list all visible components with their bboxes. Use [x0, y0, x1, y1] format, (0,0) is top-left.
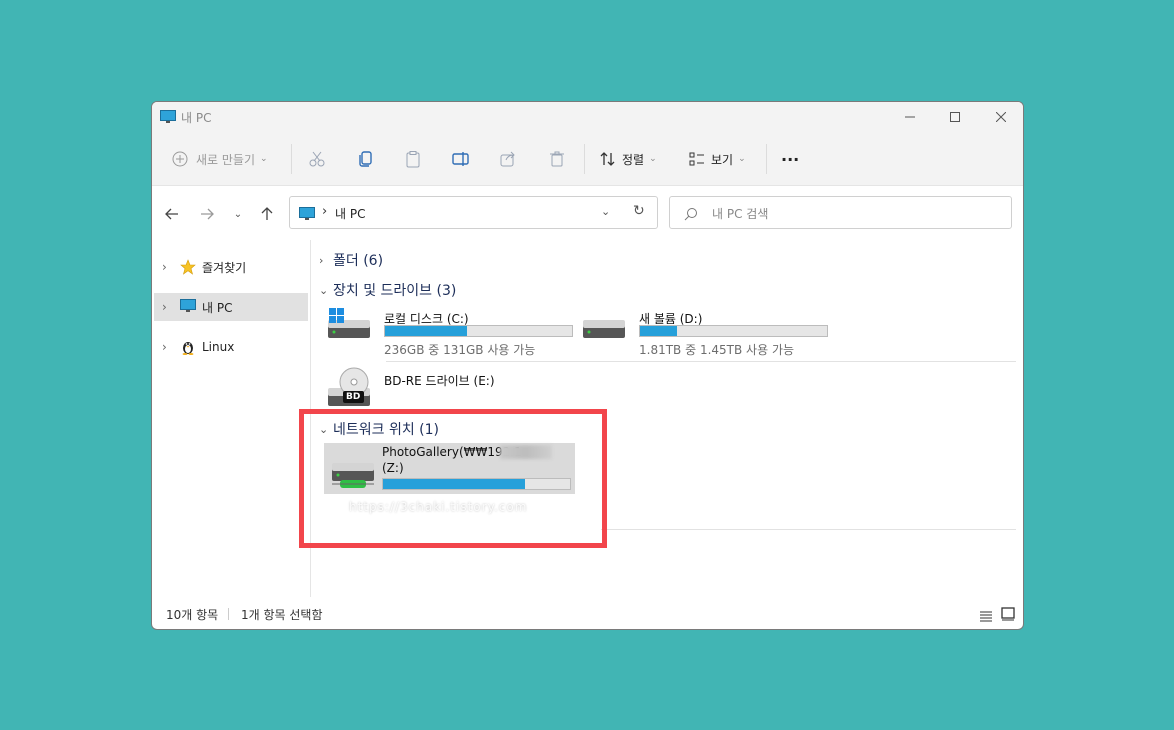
- chevron-down-icon: ⌄: [319, 283, 329, 297]
- drive-item-c[interactable]: 로컬 디스크 (C:) 236GB 중 131GB 사용 가능: [326, 300, 576, 357]
- navigation-pane: › 즐겨찾기 › 내 PC › Linux: [152, 240, 311, 597]
- monitor-icon: [180, 299, 196, 316]
- sort-icon: [600, 152, 615, 166]
- monitor-icon: [299, 206, 315, 225]
- hard-drive-icon: [581, 306, 627, 348]
- drive-free-space: 1.81TB 중 1.45TB 사용 가능: [639, 343, 795, 357]
- close-button[interactable]: [978, 102, 1023, 132]
- trash-icon: [550, 151, 564, 167]
- back-button[interactable]: [162, 204, 182, 224]
- sort-label: 정렬: [622, 152, 645, 167]
- delete-button[interactable]: [548, 144, 566, 174]
- drive-usage-bar: [384, 325, 573, 337]
- more-options-button[interactable]: ···: [781, 144, 799, 174]
- up-button[interactable]: [257, 204, 277, 224]
- view-icon: [689, 152, 704, 166]
- rename-icon: [452, 152, 469, 166]
- drive-usage-fill: [640, 326, 678, 336]
- address-row: ⌄ › 내 PC ⌄ ↻ 내 PC 검색: [152, 186, 1023, 240]
- toolbar-divider: [291, 144, 292, 174]
- close-icon: [996, 112, 1006, 122]
- group-divider: [601, 529, 1016, 530]
- drive-usage-fill: [385, 326, 468, 336]
- arrow-right-icon: [201, 208, 214, 220]
- sort-button[interactable]: 정렬 ⌄: [600, 144, 657, 174]
- maximize-button[interactable]: [932, 102, 978, 132]
- new-button[interactable]: 새로 만들기 ⌄: [172, 144, 268, 174]
- selection-count: 1개 항목 선택함: [241, 608, 323, 622]
- search-input[interactable]: 내 PC 검색: [712, 205, 768, 222]
- chevron-right-icon: ›: [319, 253, 324, 267]
- view-button[interactable]: 보기 ⌄: [689, 144, 746, 174]
- details-view-icon[interactable]: [979, 607, 993, 626]
- large-icons-view-icon[interactable]: [1001, 606, 1015, 625]
- cut-button[interactable]: [308, 144, 326, 174]
- command-bar: 새로 만들기 ⌄ 정렬 ⌄ 보기 ⌄ ···: [152, 132, 1023, 186]
- group-header-devices[interactable]: ⌄ 장치 및 드라이브 (3): [319, 280, 456, 300]
- search-box[interactable]: 내 PC 검색: [669, 196, 1012, 229]
- search-icon: [684, 206, 698, 225]
- drive-free-space: 236GB 중 131GB 사용 가능: [384, 343, 536, 357]
- sidebar-item-this-pc[interactable]: › 내 PC: [154, 293, 308, 321]
- sidebar-item-label: Linux: [202, 340, 235, 354]
- copy-button[interactable]: [357, 144, 375, 174]
- arrow-up-icon: [261, 207, 273, 220]
- sidebar-item-label: 내 PC: [202, 300, 233, 315]
- forward-button[interactable]: [197, 204, 217, 224]
- view-label: 보기: [711, 152, 734, 167]
- scissors-icon: [309, 151, 325, 167]
- drive-name: BD-RE 드라이브 (E:): [384, 374, 495, 388]
- window-title: 내 PC: [181, 111, 212, 125]
- group-label: 장치 및 드라이브 (3): [333, 283, 457, 299]
- minimize-button[interactable]: [887, 102, 933, 132]
- drive-usage-bar: [639, 325, 828, 337]
- chevron-right-icon[interactable]: ›: [162, 260, 167, 274]
- sidebar-item-label: 즐겨찾기: [202, 260, 247, 275]
- share-icon: [500, 151, 515, 167]
- address-dropdown-icon[interactable]: ⌄: [601, 205, 610, 218]
- chevron-down-icon: ⌄: [233, 208, 243, 220]
- share-button[interactable]: [499, 144, 517, 174]
- windows-drive-icon: [326, 306, 372, 348]
- file-explorer-window: 내 PC 새로 만들기 ⌄ 정렬 ⌄ 보기 ⌄ ··· ⌄ › 내 PC ⌄ ↻…: [151, 101, 1024, 630]
- drive-item-e[interactable]: BD BD-RE 드라이브 (E:): [326, 362, 576, 412]
- minimize-icon: [905, 116, 915, 118]
- group-label: 폴더 (6): [333, 253, 384, 269]
- refresh-icon[interactable]: ↻: [633, 203, 645, 219]
- chevron-down-icon: ⌄: [260, 154, 268, 164]
- rename-button[interactable]: [451, 144, 471, 174]
- breadcrumb-chevron-icon: ›: [322, 204, 328, 219]
- toolbar-divider: [584, 144, 585, 174]
- drive-badge: BD: [346, 392, 361, 402]
- monitor-icon: [160, 109, 176, 128]
- recent-locations-button[interactable]: ⌄: [228, 204, 248, 224]
- toolbar-divider: [766, 144, 767, 174]
- status-bar: 10개 항목 1개 항목 선택함: [152, 597, 1023, 629]
- sidebar-item-linux[interactable]: › Linux: [154, 333, 308, 361]
- bluray-drive-icon: [326, 366, 372, 414]
- status-divider: [228, 608, 229, 620]
- copy-icon: [359, 151, 372, 167]
- sidebar-item-favorites[interactable]: › 즐겨찾기: [154, 253, 308, 281]
- chevron-right-icon[interactable]: ›: [162, 340, 167, 354]
- chevron-down-icon: ⌄: [649, 154, 657, 164]
- chevron-down-icon: ⌄: [738, 154, 746, 164]
- clipboard-icon: [406, 151, 420, 168]
- address-bar[interactable]: › 내 PC ⌄ ↻: [289, 196, 658, 229]
- red-highlight-box: [299, 409, 607, 548]
- group-header-folders[interactable]: › 폴더 (6): [319, 250, 383, 270]
- chevron-right-icon[interactable]: ›: [162, 300, 167, 314]
- linux-penguin-icon: [180, 339, 196, 358]
- item-count: 10개 항목: [166, 608, 219, 622]
- paste-button[interactable]: [404, 144, 422, 174]
- maximize-icon: [950, 112, 960, 122]
- star-icon: [180, 259, 196, 278]
- breadcrumb[interactable]: 내 PC: [335, 205, 365, 222]
- title-bar: 내 PC: [152, 102, 1023, 132]
- drive-item-d[interactable]: 새 볼륨 (D:) 1.81TB 중 1.45TB 사용 가능: [581, 300, 831, 357]
- arrow-left-icon: [165, 208, 178, 220]
- plus-circle-icon: [172, 151, 188, 167]
- new-label: 새로 만들기: [196, 152, 256, 167]
